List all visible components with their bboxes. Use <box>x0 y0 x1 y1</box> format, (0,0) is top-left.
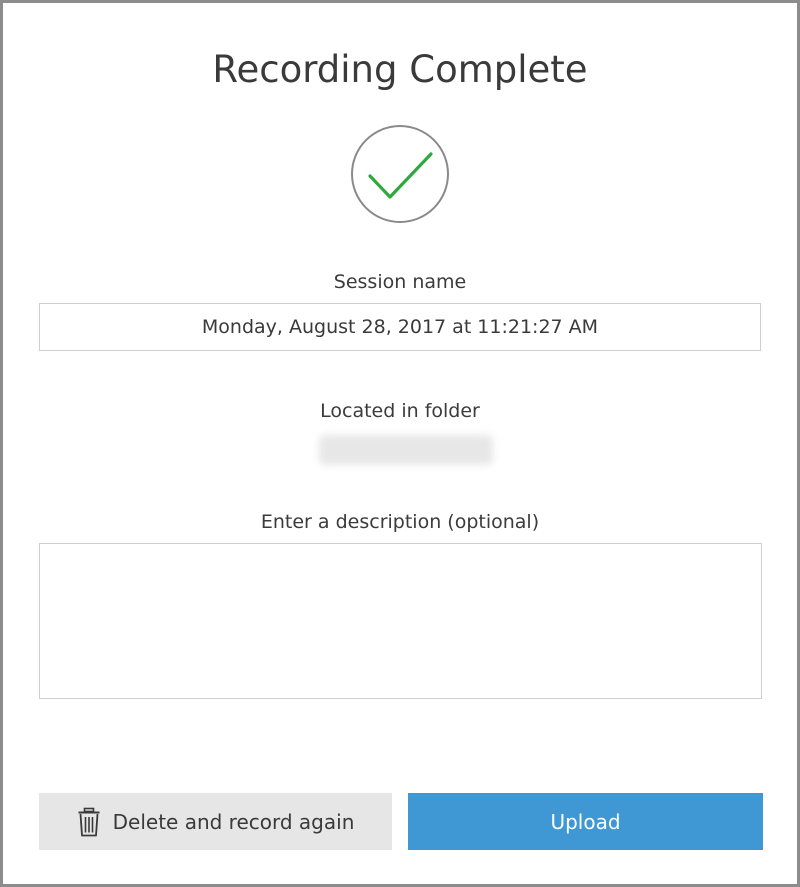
folder-label: Located in folder <box>320 400 480 422</box>
recording-complete-dialog: Recording Complete Session name Located … <box>0 0 800 887</box>
description-label: Enter a description (optional) <box>260 511 540 533</box>
upload-button[interactable]: Upload <box>408 793 763 850</box>
delete-button-label: Delete and record again <box>112 809 355 834</box>
checkmark-circle-icon <box>350 124 450 224</box>
upload-button-label: Upload <box>550 809 621 834</box>
dialog-title: Recording Complete <box>212 48 588 91</box>
description-textarea[interactable] <box>39 543 762 699</box>
session-name-input[interactable] <box>39 303 761 351</box>
trash-icon <box>77 807 101 837</box>
folder-name-redacted <box>319 435 493 465</box>
session-name-label: Session name <box>333 271 467 293</box>
delete-and-record-again-button[interactable]: Delete and record again <box>39 793 392 850</box>
